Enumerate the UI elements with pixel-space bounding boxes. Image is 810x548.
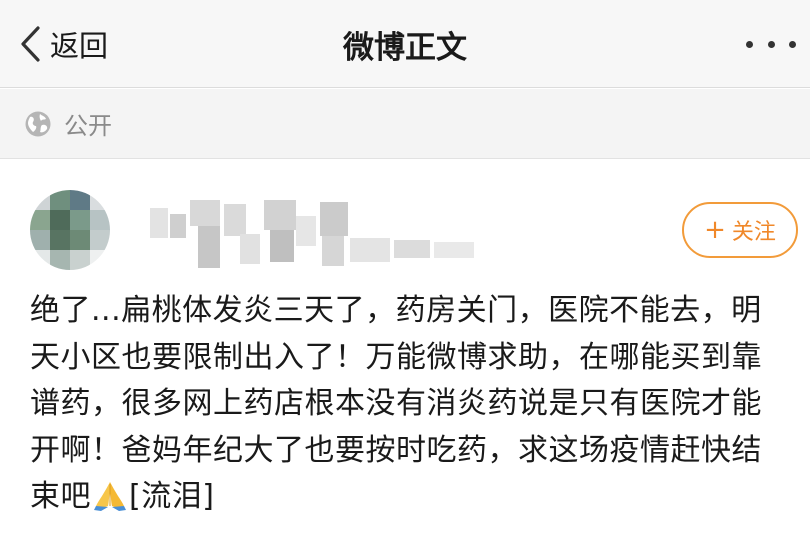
plus-icon: + [704,215,726,245]
navigation-bar: 返回 微博正文 [0,0,810,88]
follow-button[interactable]: + 关注 [682,202,798,258]
visibility-bar: 公开 [0,89,810,159]
avatar[interactable] [30,190,110,270]
praying-hands-icon [93,478,127,527]
more-options-icon[interactable] [746,32,796,56]
post-text: 绝了...扁桃体发炎三天了，药房关门，医院不能去，明天小区也要限制出入了！万能微… [30,288,790,527]
globe-icon [25,111,51,136]
visibility-label: 公开 [64,112,112,140]
emoji-tag: [流泪] [129,479,215,514]
page-title: 微博正文 [343,30,467,66]
follow-label: 关注 [731,220,776,245]
post-card: + 关注 绝了...扁桃体发炎三天了，药房关门，医院不能去，明天小区也要限制出入… [0,160,810,548]
username-blurred[interactable] [150,200,490,280]
